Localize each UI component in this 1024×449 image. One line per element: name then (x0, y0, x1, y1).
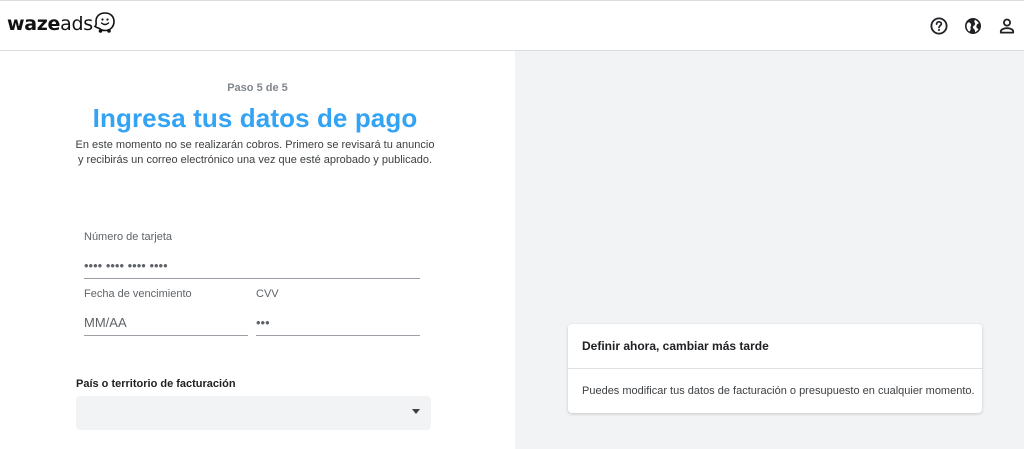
expiry-label: Fecha de vencimiento (84, 288, 192, 300)
help-icon[interactable] (928, 15, 950, 37)
payment-form-panel: Paso 5 de 5 Ingresa tus datos de pago En… (0, 51, 515, 449)
info-card-title: Definir ahora, cambiar más tarde (568, 324, 982, 369)
wazeads-logo[interactable]: wazeads (7, 9, 117, 39)
page-title: Ingresa tus datos de pago (92, 103, 418, 133)
card-number-field: Número de tarjeta (84, 231, 420, 279)
header-actions (928, 15, 1018, 37)
step-indicator: Paso 5 de 5 (227, 82, 288, 94)
cvv-field: CVV (256, 288, 420, 336)
info-card-body: Puedes modificar tus datos de facturació… (582, 385, 975, 397)
cvv-input[interactable] (256, 312, 420, 332)
account-icon[interactable] (996, 15, 1018, 37)
waze-smiley-icon (93, 12, 115, 33)
logo-text: wazeads (7, 13, 93, 35)
country-label: País o territorio de facturación (76, 378, 236, 390)
page-subtitle: En este momento no se realizarán cobros.… (75, 139, 435, 166)
expiry-input[interactable] (84, 312, 248, 332)
info-panel: Definir ahora, cambiar más tarde Puedes … (515, 51, 1024, 449)
top-header: wazeads (0, 0, 1024, 51)
dropdown-arrow-icon (412, 409, 420, 414)
globe-icon[interactable] (962, 15, 984, 37)
cvv-label: CVV (256, 288, 279, 300)
country-select[interactable] (76, 396, 431, 430)
card-number-label: Número de tarjeta (84, 231, 173, 243)
expiry-field: Fecha de vencimiento (84, 288, 248, 336)
card-number-input[interactable] (84, 255, 420, 275)
info-card: Definir ahora, cambiar más tarde Puedes … (568, 324, 982, 413)
